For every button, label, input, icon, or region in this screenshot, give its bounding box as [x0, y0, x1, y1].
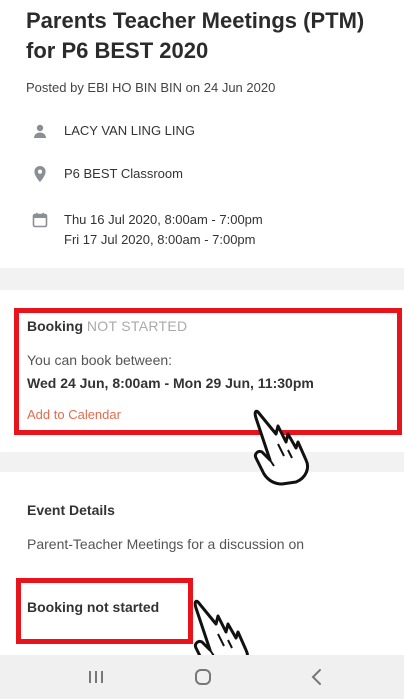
home-icon[interactable]	[183, 661, 223, 693]
highlight-box-booking	[14, 308, 402, 435]
recent-apps-icon[interactable]	[76, 661, 116, 693]
date-line-1: Thu 16 Jul 2020, 8:00am - 7:00pm	[64, 212, 263, 227]
back-icon[interactable]	[297, 661, 337, 693]
calendar-icon	[30, 210, 50, 230]
date-line-2: Fri 17 Jul 2020, 8:00am - 7:00pm	[64, 232, 256, 247]
dates-row: Thu 16 Jul 2020, 8:00am - 7:00pm Fri 17 …	[30, 210, 263, 250]
system-nav-bar	[0, 655, 404, 699]
location-row: P6 BEST Classroom	[30, 164, 183, 184]
location-pin-icon	[30, 164, 50, 184]
page-title: Parents Teacher Meetings (PTM) for P6 BE…	[26, 8, 365, 63]
section-divider-2	[0, 452, 404, 472]
section-divider	[0, 268, 404, 290]
person-icon	[30, 121, 50, 141]
event-details-heading: Event Details	[27, 502, 115, 518]
person-name: LACY VAN LING LING	[64, 123, 196, 138]
posted-by: Posted by EBI HO BIN BIN on 24 Jun 2020	[26, 80, 276, 95]
event-description: Parent-Teacher Meetings for a discussion…	[27, 536, 305, 552]
person-row: LACY VAN LING LING	[30, 121, 195, 141]
location-name: P6 BEST Classroom	[64, 166, 183, 181]
highlight-box-not-started	[16, 578, 193, 644]
pointer-hand-icon	[248, 404, 318, 491]
